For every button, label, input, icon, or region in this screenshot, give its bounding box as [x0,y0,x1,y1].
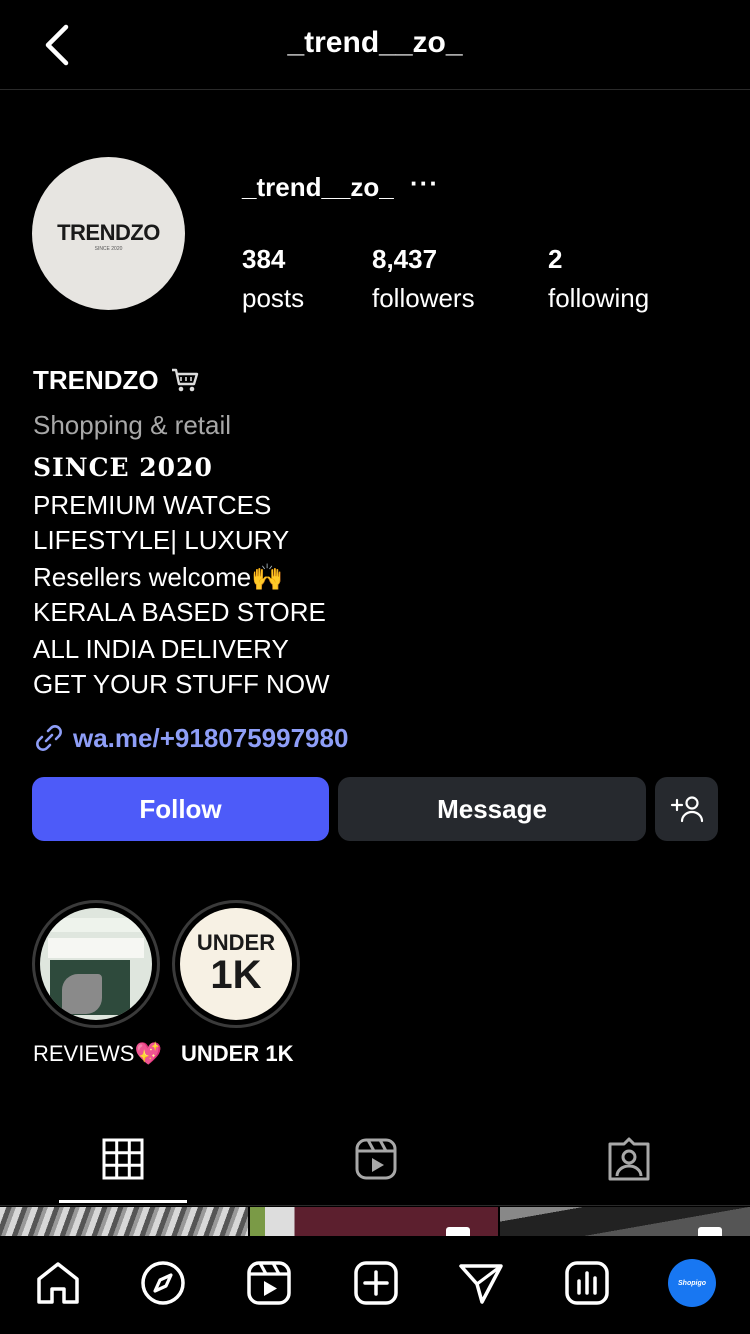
post-thumbnail[interactable] [500,1207,750,1236]
stat-posts[interactable]: 384 posts [242,244,304,314]
reels-icon[interactable] [354,1137,398,1181]
bio-line: Resellers welcome🙌 [33,562,284,592]
post-thumbnail[interactable] [0,1207,248,1236]
bio-line: KERALA BASED STORE [33,597,326,627]
highlight-cover-line2: 1K [210,953,262,997]
profile-avatar-text: Shopigo [678,1279,706,1287]
bio-line: 𝐒𝐈𝐍𝐂𝐄 𝟐𝟎𝟐𝟎 [33,453,213,482]
follow-button[interactable]: Follow [32,777,329,841]
profile-username: _trend__zo_ [242,172,394,202]
bottom-navigation: Shopigo [0,1236,750,1334]
highlight-reviews[interactable] [32,900,160,1028]
create-icon[interactable] [352,1259,400,1307]
bio-line: PREMIUM WATCES [33,490,272,520]
bio-line: GET YOUR STUFF NOW [33,669,330,699]
direct-icon[interactable] [457,1259,505,1307]
bio-line: ALL INDIA DELIVERY [33,634,289,664]
avatar-brand-subtext: SINCE 2020 [94,246,123,252]
insights-icon[interactable] [563,1259,611,1307]
explore-icon[interactable] [139,1259,187,1307]
avatar[interactable]: TRENDZO SINCE 2020 [32,157,185,310]
stat-value: 2 [548,244,563,274]
stat-label: followers [372,283,475,313]
top-bar: _trend__zo_ [0,0,750,90]
stat-label: following [548,283,650,313]
add-user-button[interactable] [655,777,718,841]
highlight-cover-line1: UNDER [196,930,276,955]
profile-tabs [0,1130,750,1206]
avatar-brand-text: TRENDZO [57,220,160,245]
stat-value: 8,437 [372,244,438,274]
message-button[interactable]: Message [338,777,646,841]
more-options-button[interactable]: ··· [410,168,439,199]
reels-icon[interactable] [245,1259,293,1307]
shopping-cart-icon [172,368,199,392]
stat-following[interactable]: 2 following [548,244,649,314]
stat-label: posts [242,283,305,313]
link-icon [36,725,62,751]
stat-value: 384 [242,244,286,274]
stat-followers[interactable]: 8,437 followers [372,244,475,314]
add-user-icon [670,796,703,823]
home-icon[interactable] [34,1259,82,1307]
highlight-label: REVIEWS💖 [33,1041,162,1066]
highlight-cover [40,908,152,1020]
bio-link[interactable]: wa.me/+918075997980 [33,722,348,754]
grid-icon[interactable] [102,1138,144,1180]
bio-line: LIFESTYLE| LUXURY [33,525,290,555]
highlight-cover: UNDER 1K [180,908,292,1020]
profile-avatar[interactable]: Shopigo [668,1259,716,1307]
page-title: _trend__zo_ [287,26,463,59]
bio-name: TRENDZO [33,365,159,395]
post-thumbnail[interactable] [250,1207,498,1236]
highlight-under-1k[interactable]: UNDER 1K [172,900,300,1028]
highlight-label: UNDER 1K [181,1041,294,1066]
profile-category: Shopping & retail [33,410,232,440]
active-tab-indicator [59,1200,187,1203]
tagged-icon[interactable] [606,1136,652,1182]
bio-link-text: wa.me/+918075997980 [73,722,349,753]
